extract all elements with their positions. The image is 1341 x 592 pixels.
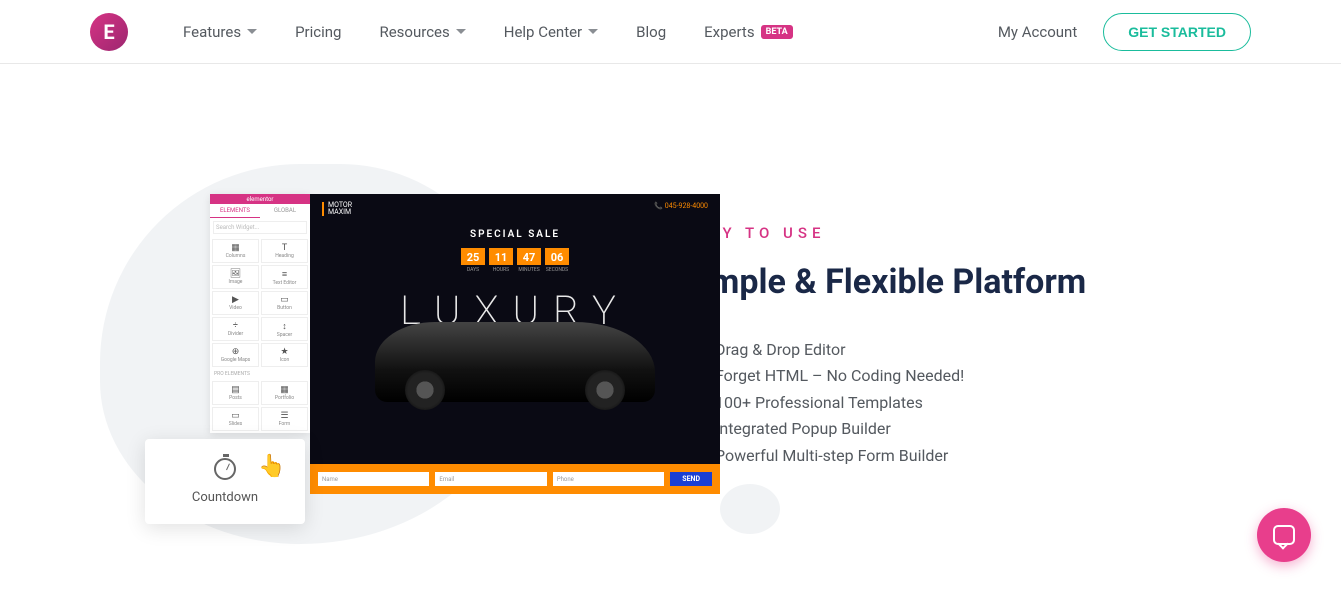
stopwatch-icon <box>214 458 236 480</box>
form-email-input[interactable]: Email <box>435 472 546 486</box>
editor-tab-elements[interactable]: ELEMENTS <box>210 204 260 218</box>
preview-form: Name Email Phone SEND <box>310 464 720 494</box>
chat-icon <box>1273 525 1295 545</box>
main-content: elementor ELEMENTS GLOBAL Search Widget.… <box>0 64 1341 469</box>
countdown-hours: 11 <box>489 248 513 265</box>
phone-icon: 📞 <box>654 202 663 210</box>
nav-features[interactable]: Features <box>183 23 257 41</box>
nav-help-center[interactable]: Help Center <box>504 23 598 41</box>
widget-divider[interactable]: ÷Divider <box>212 317 259 341</box>
widget-portfolio[interactable]: ▦Portfolio <box>261 381 308 405</box>
beta-badge: BETA <box>761 25 793 39</box>
widget-video[interactable]: ▶Video <box>212 291 259 315</box>
nav-experts[interactable]: ExpertsBETA <box>704 23 793 41</box>
editor-brand: elementor <box>247 196 274 203</box>
countdown-widget-label: Countdown <box>192 490 258 505</box>
primary-nav: Features Pricing Resources Help Center B… <box>183 23 793 41</box>
preview-phone: 📞 045-928-4000 <box>654 202 708 216</box>
brand-logo[interactable]: E <box>90 13 128 51</box>
feature-item: Powerful Multi-step Form Builder <box>715 443 1086 469</box>
feature-item: 100+ Professional Templates <box>715 390 1086 416</box>
nav-pricing[interactable]: Pricing <box>295 23 341 41</box>
widget-spacer[interactable]: ↕Spacer <box>261 317 308 341</box>
chevron-down-icon <box>247 29 257 34</box>
chevron-down-icon <box>588 29 598 34</box>
chevron-down-icon <box>456 29 466 34</box>
car-image <box>375 322 655 402</box>
preview-brand: MOTORMAXIM <box>322 202 352 216</box>
nav-blog[interactable]: Blog <box>636 23 666 41</box>
cursor-pointer-icon: 👆 <box>258 454 285 479</box>
feature-item: Drag & Drop Editor <box>715 337 1086 363</box>
editor-search-input[interactable]: Search Widget... <box>213 221 307 234</box>
editor-topbar: elementor <box>210 194 310 204</box>
feature-item: Integrated Popup Builder <box>715 416 1086 442</box>
widget-image[interactable]: 🖼Image <box>212 265 259 289</box>
eyebrow-text: EASY TO USE <box>680 224 1086 242</box>
widget-posts[interactable]: ▤Posts <box>212 381 259 405</box>
section-headline: Simple & Flexible Platform <box>680 262 1086 302</box>
widget-google-maps[interactable]: ⊕Google Maps <box>212 343 259 367</box>
widget-slides[interactable]: ▭Slides <box>212 407 259 431</box>
feature-list: Drag & Drop Editor Forget HTML – No Codi… <box>680 337 1086 469</box>
widget-form[interactable]: ☰Form <box>261 407 308 431</box>
bg-blob-small <box>720 484 780 534</box>
site-header: E Features Pricing Resources Help Center… <box>0 0 1341 64</box>
countdown-minutes: 47 <box>517 248 541 265</box>
form-send-button[interactable]: SEND <box>670 472 712 486</box>
form-name-input[interactable]: Name <box>318 472 429 486</box>
preview-canvas: MOTORMAXIM 📞 045-928-4000 SPECIAL SALE 2… <box>310 194 720 494</box>
countdown-seconds: 06 <box>545 248 569 265</box>
chat-launcher-button[interactable] <box>1257 508 1311 562</box>
widget-columns[interactable]: ▦Columns <box>212 239 259 263</box>
feature-copy: EASY TO USE Simple & Flexible Platform D… <box>680 224 1086 469</box>
countdown-days: 25 <box>461 248 485 265</box>
widget-heading[interactable]: THeading <box>261 239 308 263</box>
feature-item: Forget HTML – No Coding Needed! <box>715 363 1086 389</box>
nav-resources[interactable]: Resources <box>379 23 465 41</box>
widget-icon[interactable]: ★Icon <box>261 343 308 367</box>
countdown-timer: 25DAYS 11HOURS 47MINUTES 06SECONDS <box>310 248 720 273</box>
form-phone-input[interactable]: Phone <box>553 472 664 486</box>
editor-panel: elementor ELEMENTS GLOBAL Search Widget.… <box>210 194 310 433</box>
countdown-widget-card[interactable]: Countdown <box>145 439 305 524</box>
editor-tab-global[interactable]: GLOBAL <box>260 204 310 218</box>
get-started-button[interactable]: GET STARTED <box>1103 13 1251 51</box>
widget-text-editor[interactable]: ≡Text Editor <box>261 265 308 289</box>
pro-section-label: PRO ELEMENTS <box>210 369 310 379</box>
widget-button[interactable]: ▭Button <box>261 291 308 315</box>
sale-label: SPECIAL SALE <box>310 229 720 240</box>
my-account-link[interactable]: My Account <box>998 23 1077 41</box>
